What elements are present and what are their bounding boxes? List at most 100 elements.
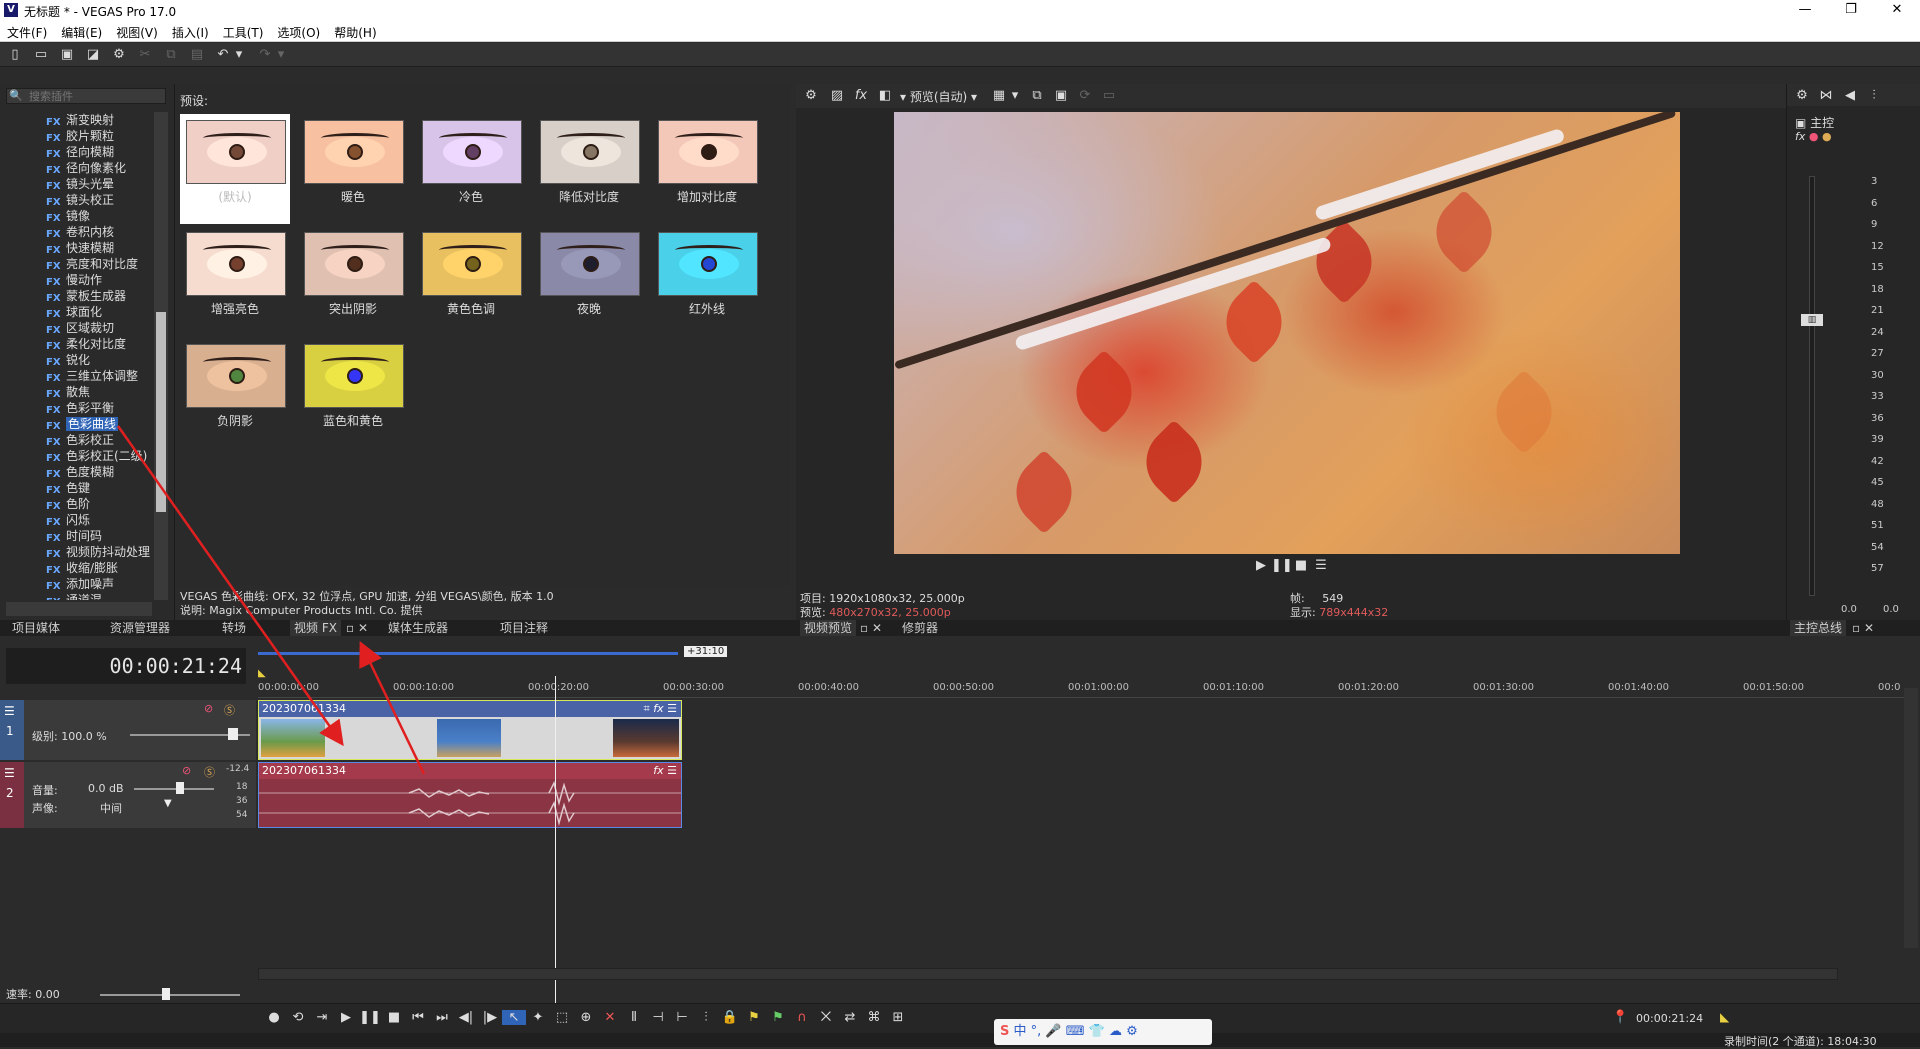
fx-plugin-item[interactable]: FX 时间码: [0, 528, 152, 544]
stop-icon[interactable]: ■: [382, 1010, 406, 1025]
overlays-grid-icon[interactable]: ▦: [990, 87, 1008, 105]
preset-item[interactable]: 冷色: [416, 114, 526, 224]
video-track-header[interactable]: ☰ 1 ⊘ Ⓢ 级别: 100.0 %: [0, 700, 256, 760]
fx-plugin-item[interactable]: FX 添加噪声: [0, 576, 152, 592]
menu-options[interactable]: 选项(O): [270, 22, 327, 41]
menu-tools[interactable]: 工具(T): [216, 22, 271, 41]
fx-plugin-item[interactable]: FX 镜像: [0, 208, 152, 224]
preset-item[interactable]: 增强亮色: [180, 226, 290, 336]
fx-plugin-item[interactable]: FX 视频防抖动处理: [0, 544, 152, 560]
end-marker-icon[interactable]: 📍: [1612, 1010, 1628, 1025]
save-snapshot-icon[interactable]: ▣: [1052, 87, 1070, 105]
audio-clip-fx-menu-icons[interactable]: fx ☰: [653, 763, 677, 779]
fx-plugin-item[interactable]: FX 色彩校正: [0, 432, 152, 448]
fx-plugin-item[interactable]: FX 径向像素化: [0, 160, 152, 176]
trim-start-icon[interactable]: ⊣: [646, 1010, 670, 1025]
minimize-button[interactable]: —: [1782, 0, 1828, 22]
timeline-hscrollbar[interactable]: [258, 968, 1838, 980]
fx-plugin-item[interactable]: FX 色阶: [0, 496, 152, 512]
fx-plugin-item[interactable]: FX 慢动作: [0, 272, 152, 288]
pan-handle[interactable]: ▼: [164, 798, 172, 809]
loop-icon[interactable]: ⟲: [286, 1010, 310, 1025]
preset-item[interactable]: 红外线: [652, 226, 762, 336]
preset-item[interactable]: 蓝色和黄色: [298, 338, 408, 448]
undo-icon[interactable]: ↶: [214, 46, 232, 64]
normal-edit-tool-icon[interactable]: ↖: [502, 1010, 526, 1025]
undo-dropdown-icon[interactable]: ▾: [234, 46, 244, 64]
ignore-grouping-icon[interactable]: ⊞: [886, 1010, 910, 1025]
monitor-icon[interactable]: ▭: [1100, 87, 1118, 105]
play-from-start-icon[interactable]: ⇥: [310, 1010, 334, 1025]
go-end-icon[interactable]: ⏭: [430, 1010, 454, 1025]
plugin-hscrollbar[interactable]: [6, 602, 152, 616]
preset-item[interactable]: 黄色色调: [416, 226, 526, 336]
go-start-icon[interactable]: ⏮: [406, 1010, 430, 1025]
ripple-edit-icon[interactable]: ⇄: [838, 1010, 862, 1025]
next-frame-icon[interactable]: |▶: [478, 1010, 502, 1025]
external-monitor-icon[interactable]: ▨: [828, 87, 846, 105]
loop-region-bar[interactable]: [258, 652, 678, 655]
video-level-handle[interactable]: [228, 728, 238, 740]
tab-video-fx[interactable]: 视频 FX: [290, 620, 341, 636]
timeline-vscrollbar[interactable]: [1904, 688, 1918, 948]
maximize-button[interactable]: ❐: [1828, 0, 1874, 22]
overlays-dropdown-icon[interactable]: ▾: [1010, 87, 1020, 105]
dim-output-icon[interactable]: ◀: [1841, 87, 1859, 105]
menu-file[interactable]: 文件(F): [0, 22, 54, 41]
tab-transitions[interactable]: 转场: [218, 620, 250, 636]
preview-quality-dropdown[interactable]: ▾ 预览(自动) ▾: [900, 88, 977, 105]
audio-track-menu-icon[interactable]: ☰: [4, 766, 15, 780]
fx-plugin-item[interactable]: FX 闪烁: [0, 512, 152, 528]
trim-icon[interactable]: ⫴: [622, 1010, 646, 1025]
render-icon[interactable]: ◪: [84, 46, 102, 64]
track-menu-icon[interactable]: ☰: [4, 704, 15, 718]
pause-icon[interactable]: ❚❚: [1271, 558, 1293, 573]
playback-rate-handle[interactable]: [162, 988, 170, 1000]
fx-plugin-item[interactable]: FX 色键: [0, 480, 152, 496]
fx-icon[interactable]: fx: [852, 87, 870, 105]
fx-plugin-item[interactable]: FX 柔化对比度: [0, 336, 152, 352]
preset-item[interactable]: 增加对比度: [652, 114, 762, 224]
new-file-icon[interactable]: ▯: [6, 46, 24, 64]
tab-master-bus-close-icon[interactable]: ▫ ✕: [1848, 620, 1878, 636]
tab-video-preview[interactable]: 视频预览: [800, 620, 857, 636]
fx-plugin-item[interactable]: FX 蒙板生成器: [0, 288, 152, 304]
audio-event-clip[interactable]: 202307061334 fx ☰: [258, 762, 682, 828]
solo-icon[interactable]: Ⓢ: [224, 702, 235, 718]
lock-icon[interactable]: 🔒: [718, 1010, 742, 1025]
tab-explorer[interactable]: 资源管理器: [106, 620, 174, 636]
open-folder-icon[interactable]: ▭: [32, 46, 50, 64]
paste-icon[interactable]: ▤: [188, 46, 206, 64]
envelope-tool-icon[interactable]: ✦: [526, 1010, 550, 1025]
properties-gear-icon[interactable]: ⚙: [110, 46, 128, 64]
copy-snapshot-icon[interactable]: ⧉: [1028, 87, 1046, 105]
tab-media-generators[interactable]: 媒体生成器: [384, 620, 452, 636]
audio-mute-icon[interactable]: ⊘: [182, 764, 191, 777]
fx-plugin-item[interactable]: FX 色彩曲线: [0, 416, 152, 432]
audio-track-header[interactable]: ☰ 2 ⊘ Ⓢ -12.4 18 36 54 音量: 0.0 dB 声像: 中间…: [0, 762, 256, 828]
mute-icon[interactable]: ⊘: [204, 702, 213, 715]
tab-project-notes[interactable]: 项目注释: [496, 620, 552, 636]
timeline-ruler[interactable]: 00:00:00:00 00:00:10:00 00:00:20:00 00:00:3…: [258, 680, 1908, 698]
split-icon[interactable]: ⫶: [694, 1010, 718, 1025]
master-fader-handle[interactable]: ▥: [1801, 314, 1823, 326]
volume-handle[interactable]: [176, 782, 184, 794]
tab-trimmer[interactable]: 修剪器: [898, 620, 942, 636]
plugin-scrollbar[interactable]: [154, 112, 168, 600]
preset-item[interactable]: 降低对比度: [534, 114, 644, 224]
mixer-icon[interactable]: ⫶: [1865, 87, 1883, 105]
clip-crop-fx-menu-icons[interactable]: ⌗ fx ☰: [644, 701, 677, 717]
plugin-search-input[interactable]: [29, 89, 163, 103]
fx-plugin-item[interactable]: FX 通道混: [0, 592, 152, 600]
tab-video-fx-close-icon[interactable]: ▫ ✕: [342, 620, 372, 636]
trim-end-icon[interactable]: ⊢: [670, 1010, 694, 1025]
ime-toolbar[interactable]: S 中 °, 🎤 ⌨ 👕 ☁ ⚙: [994, 1019, 1212, 1045]
master-settings-gear-icon[interactable]: ⚙: [1793, 87, 1811, 105]
fx-plugin-item[interactable]: FX 区域裁切: [0, 320, 152, 336]
fx-plugin-item[interactable]: FX 快速模糊: [0, 240, 152, 256]
insert-marker-icon[interactable]: ⚑: [742, 1010, 766, 1025]
preview-settings-gear-icon[interactable]: ⚙: [802, 87, 820, 105]
fx-plugin-item[interactable]: FX 径向模糊: [0, 144, 152, 160]
video-event-clip[interactable]: 202307061334 ⌗ fx ☰: [258, 700, 682, 760]
zoom-tool-icon[interactable]: ⊕: [574, 1010, 598, 1025]
